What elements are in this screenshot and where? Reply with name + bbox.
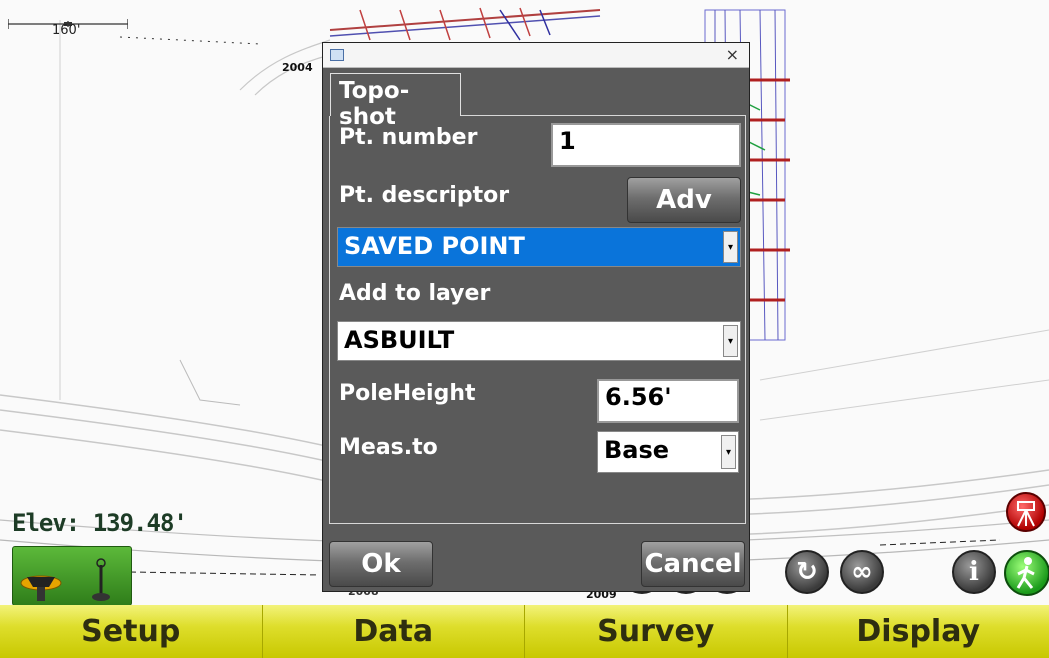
meas-to-label: Meas.to bbox=[339, 435, 438, 460]
pt-descriptor-label: Pt. descriptor bbox=[339, 183, 510, 208]
window-icon bbox=[330, 49, 344, 61]
bottom-nav-bar: Setup Data Survey Display bbox=[0, 605, 1049, 658]
elevation-readout: Elev: 139.48' bbox=[12, 509, 188, 537]
chevron-down-icon: ▾ bbox=[723, 325, 738, 357]
gps-status-button[interactable] bbox=[12, 546, 132, 606]
chevron-down-icon: ▾ bbox=[723, 231, 738, 263]
cancel-button[interactable]: Cancel bbox=[641, 541, 745, 587]
pt-number-input[interactable]: 1 bbox=[551, 123, 741, 167]
walk-mode-button[interactable] bbox=[1004, 550, 1049, 596]
descriptor-value: SAVED POINT bbox=[344, 232, 525, 260]
descriptor-select[interactable]: SAVED POINT ▾ bbox=[337, 227, 741, 267]
dialog-titlebar[interactable]: × bbox=[323, 43, 749, 68]
meas-to-select[interactable]: Base ▾ bbox=[597, 431, 739, 473]
tripod-icon bbox=[1017, 501, 1035, 527]
ok-button[interactable]: Ok bbox=[329, 541, 433, 587]
layer-value: ASBUILT bbox=[344, 326, 455, 354]
tab-topo-shot[interactable]: Topo-shot bbox=[330, 73, 461, 130]
chevron-down-icon: ▾ bbox=[721, 435, 736, 469]
info-icon: i bbox=[969, 557, 979, 587]
scale-label: 160' bbox=[52, 23, 81, 38]
setup-button[interactable]: Setup bbox=[0, 605, 263, 658]
add-to-layer-label: Add to layer bbox=[339, 281, 491, 306]
survey-button[interactable]: Survey bbox=[525, 605, 788, 658]
close-icon[interactable]: × bbox=[726, 45, 739, 64]
layer-select[interactable]: ASBUILT ▾ bbox=[337, 321, 741, 361]
adv-button[interactable]: Adv bbox=[627, 177, 741, 223]
refresh-icon: ↻ bbox=[796, 557, 818, 587]
map-label: 2004 bbox=[282, 61, 313, 74]
pt-number-label: Pt. number bbox=[339, 125, 478, 150]
meas-to-value: Base bbox=[604, 436, 670, 464]
topo-shot-dialog: × Topo-shot Pt. number 1 Pt. descriptor … bbox=[322, 42, 750, 592]
pole-height-input[interactable]: 6.56' bbox=[597, 379, 739, 423]
display-button[interactable]: Display bbox=[787, 605, 1049, 658]
gps-receiver-icon bbox=[20, 558, 110, 601]
infinity-icon: ∞ bbox=[851, 557, 873, 587]
pole-height-label: PoleHeight bbox=[339, 381, 476, 406]
walking-person-icon bbox=[1016, 557, 1035, 589]
stop-survey-button[interactable] bbox=[1006, 492, 1046, 532]
refresh-button[interactable]: ↻ bbox=[785, 550, 829, 594]
data-button[interactable]: Data bbox=[262, 605, 525, 658]
info-button[interactable]: i bbox=[952, 550, 996, 594]
infinity-button[interactable]: ∞ bbox=[840, 550, 884, 594]
